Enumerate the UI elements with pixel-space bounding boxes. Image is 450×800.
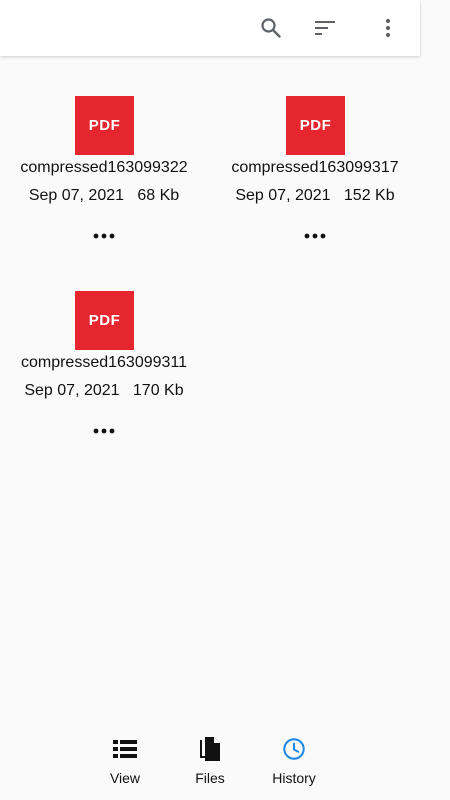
top-toolbar (0, 0, 420, 56)
more-horiz-icon (304, 233, 326, 239)
files-icon (198, 736, 222, 762)
pdf-icon-label: PDF (88, 117, 121, 134)
file-date: Sep 07, 2021 (28, 187, 125, 204)
nav-label-view: View (109, 770, 141, 786)
file-size: 170 Kb (132, 382, 184, 399)
file-options-button[interactable] (88, 419, 120, 443)
more-horiz-icon (93, 233, 115, 239)
pdf-file-icon: PDF (75, 291, 134, 350)
nav-item-history[interactable]: History (254, 736, 334, 794)
list-view-icon (113, 736, 137, 762)
file-item[interactable]: PDF compressed163099322 Sep 07, 2021 68 … (4, 96, 204, 266)
file-name: compressed163099311 (20, 354, 188, 371)
nav-label-files: Files (195, 770, 225, 786)
nav-label-history: History (272, 770, 316, 786)
pdf-file-icon: PDF (286, 96, 345, 155)
pdf-icon-label: PDF (88, 312, 121, 329)
history-clock-icon (282, 736, 306, 762)
search-button[interactable] (251, 8, 291, 48)
bottom-navigation: View Files History (0, 730, 450, 800)
pdf-icon-label: PDF (299, 117, 332, 134)
sort-icon (315, 21, 335, 35)
file-name: compressed163099322 (20, 159, 188, 176)
search-icon (261, 18, 281, 38)
nav-item-view[interactable]: View (85, 736, 165, 794)
nav-item-files[interactable]: Files (170, 736, 250, 794)
file-date: Sep 07, 2021 (235, 187, 331, 204)
file-date: Sep 07, 2021 (24, 382, 120, 399)
pdf-file-icon: PDF (75, 96, 134, 155)
file-meta: Sep 07, 2021 170 Kb (4, 381, 204, 401)
file-meta: Sep 07, 2021 152 Kb (215, 186, 415, 206)
file-options-button[interactable] (88, 224, 120, 248)
file-meta: Sep 07, 2021 68 Kb (4, 186, 204, 206)
file-item[interactable]: PDF compressed163099311 Sep 07, 2021 170… (4, 291, 204, 461)
sort-button[interactable] (305, 8, 345, 48)
more-vert-icon (385, 18, 391, 38)
file-name: compressed163099317 (231, 159, 399, 176)
file-size: 152 Kb (343, 187, 395, 204)
file-size: 68 Kb (137, 187, 180, 204)
file-item[interactable]: PDF compressed163099317 Sep 07, 2021 152… (215, 96, 415, 266)
file-options-button[interactable] (299, 224, 331, 248)
more-horiz-icon (93, 428, 115, 434)
more-options-button[interactable] (368, 8, 408, 48)
